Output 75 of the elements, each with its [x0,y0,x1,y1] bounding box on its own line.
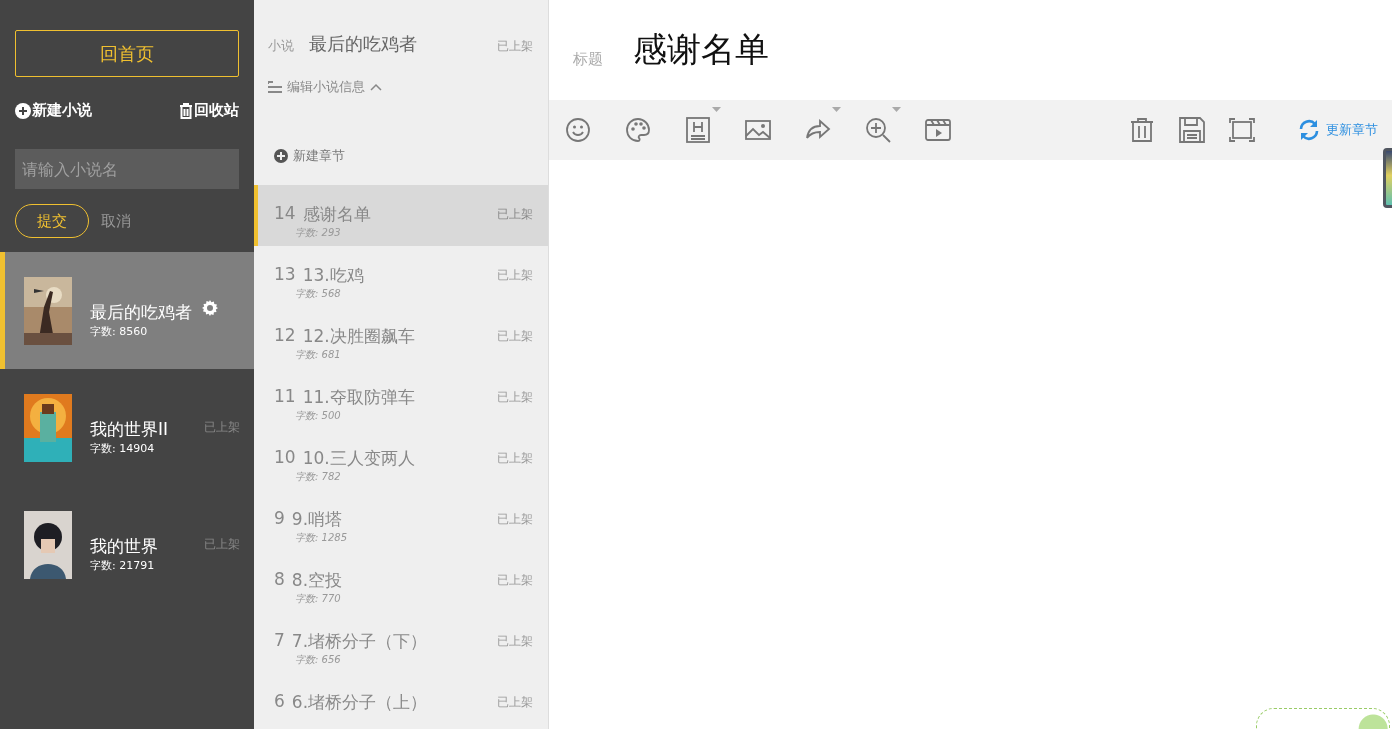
status-label: 已上架 [497,38,533,55]
recycle-bin-button[interactable]: 回收站 [179,101,239,120]
status-label: 已上架 [497,267,533,284]
status-label: 已上架 [497,572,533,589]
chapter-title: 13.吃鸡 [302,264,364,287]
update-chapter-button[interactable]: 更新章节 [1297,118,1378,142]
heading-icon[interactable] [685,107,721,143]
chapter-title: 6.堵桥分子（上） [291,691,428,714]
chapter-number: 12 [274,325,296,347]
novel-title: 最后的吃鸡者 [90,300,192,324]
plus-icon [274,149,288,163]
chapter-number: 13 [274,264,296,286]
word-count: 字数: 14904 [90,440,156,456]
word-count: 字数: 8560 [90,323,149,339]
status-label: 已上架 [497,389,533,406]
novel-item[interactable]: 最后的吃鸡者 字数: 8560 [0,252,254,369]
home-button[interactable]: 回首页 [15,30,239,77]
chapter-title: 11.夺取防弹车 [302,386,415,409]
chapter-title: 感谢名单 [302,203,371,226]
word-count: 字数: 500 [295,409,342,423]
status-label: 已上架 [497,694,533,711]
plus-icon [15,102,31,119]
status-label: 已上架 [497,511,533,528]
word-count: 字数: 1285 [295,531,348,545]
chapter-item[interactable]: 11 11.夺取防弹车 字数: 500 已上架 [254,368,548,429]
chapter-number: 10 [274,447,296,469]
novel-name-field[interactable]: 请输入小说名 [15,149,239,189]
novel-title: 我的世界II [90,417,169,441]
word-count: 字数: 656 [295,653,342,667]
chapter-item[interactable]: 14 感谢名单 字数: 293 已上架 [254,185,548,246]
cancel-button[interactable]: 取消 [101,211,131,231]
chapter-number: 11 [274,386,296,408]
word-count: 字数: 782 [295,470,342,484]
chapter-item[interactable]: 7 7.堵桥分子（下） 字数: 656 已上架 [254,612,548,673]
edit-info-button[interactable]: 编辑小说信息 [268,78,382,96]
new-novel-button[interactable]: 新建小说 [15,101,92,120]
chapter-title: 7.堵桥分子（下） [291,630,428,653]
title-label: 标题 [573,49,603,69]
chapter-number: 8 [274,569,285,591]
new-chapter-button[interactable]: 新建章节 [274,147,345,165]
list-icon [268,81,282,93]
chapter-title: 9.哨塔 [291,508,343,531]
chapter-item[interactable]: 12 12.决胜圈飙车 字数: 681 已上架 [254,307,548,368]
chapter-item[interactable]: 9 9.哨塔 字数: 1285 已上架 [254,490,548,551]
chapter-number: 7 [274,630,285,652]
chapter-title: 12.决胜圈飙车 [302,325,415,348]
save-icon[interactable] [1179,117,1205,143]
chapter-item[interactable]: 8 8.空投 字数: 770 已上架 [254,551,548,612]
chapter-number: 14 [274,203,296,225]
chapter-item[interactable]: 13 13.吃鸡 字数: 568 已上架 [254,246,548,307]
status-label: 已上架 [497,633,533,650]
word-count: 字数: 21791 [90,557,156,573]
novel-title: 我的世界 [90,534,158,558]
word-count: 字数: 681 [295,348,342,362]
fullscreen-icon[interactable] [1229,117,1255,143]
word-count: 字数: 770 [295,592,342,606]
settings-icon [202,300,218,316]
chapter-title: 8.空投 [291,569,343,592]
chapter-item[interactable]: 6 6.堵桥分子（上） 已上架 [254,673,548,729]
chapter-title: 感谢名单 [633,28,769,71]
novel-label: 小说 [268,37,294,55]
word-count: 字数: 293 [295,226,342,240]
word-count: 字数: 568 [295,287,342,301]
refresh-icon [1297,118,1321,142]
status-label: 已上架 [497,206,533,223]
chapter-item[interactable]: 10 10.三人变两人 字数: 782 已上架 [254,429,548,490]
trash-icon[interactable] [1129,117,1155,143]
status-label: 已上架 [497,450,533,467]
chapter-number: 9 [274,508,285,530]
novel-title: 最后的吃鸡者 [309,32,418,56]
zoom-in-icon[interactable] [865,107,901,143]
status-label: 已上架 [497,328,533,345]
trash-icon [179,102,193,119]
chapter-number: 6 [274,691,285,713]
chapter-title: 10.三人变两人 [302,447,415,470]
